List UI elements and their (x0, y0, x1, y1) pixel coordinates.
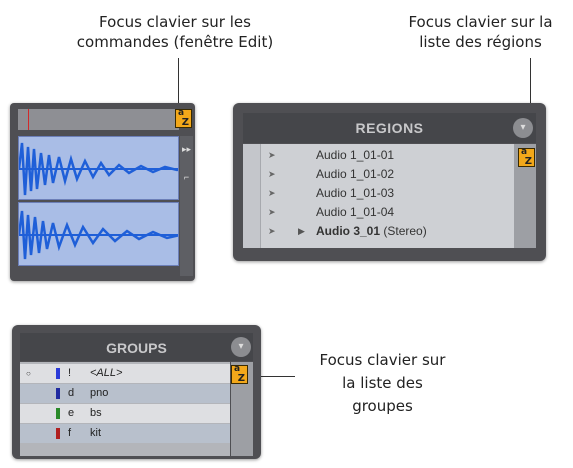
callout-groups-line2: la liste des (342, 374, 423, 392)
groups-menu-icon[interactable]: ▾ (231, 337, 251, 357)
callout-groups-focus: Focus clavier sur la liste des groupes (290, 350, 475, 416)
waveform-1 (19, 142, 178, 196)
callout-groups-line1: Focus clavier sur (319, 351, 446, 369)
groups-panel: GROUPS ▾ ○ ! <ALL> d pno e bs f kit (12, 325, 261, 459)
regions-panel: REGIONS ▾ ➤ Audio 1_01-01 ➤ Audio 1_01-0… (233, 103, 546, 261)
callout-edit-focus: Focus clavier sur les commandes (fenêtre… (70, 12, 280, 52)
audio-track-1[interactable] (18, 136, 179, 200)
group-color-chip (56, 428, 60, 439)
group-row[interactable]: e bs (20, 404, 230, 423)
group-row[interactable]: f kit (20, 424, 230, 443)
playhead-line (28, 109, 29, 130)
audio-track-2[interactable] (18, 202, 179, 266)
group-row[interactable]: d pno (20, 384, 230, 403)
region-audio-icon: ➤ (268, 207, 276, 217)
group-row[interactable]: ○ ! <ALL> (20, 364, 230, 383)
regions-list[interactable]: ➤ Audio 1_01-01 ➤ Audio 1_01-02 ➤ Audio … (243, 144, 514, 248)
edit-window-panel: ▸▸ ⌐ (10, 103, 195, 281)
regions-focus-icon[interactable] (518, 147, 535, 167)
commands-focus-icon[interactable] (175, 108, 192, 128)
callout-regions-line1: Focus clavier sur la (408, 13, 553, 31)
region-audio-icon: ➤ (268, 150, 276, 160)
group-color-chip (56, 408, 60, 419)
regions-header: REGIONS ▾ (243, 113, 536, 143)
groups-title: GROUPS (106, 340, 167, 356)
group-color-chip (56, 388, 60, 399)
groups-header: GROUPS ▾ (20, 333, 253, 361)
waveform-2 (19, 210, 178, 260)
regions-menu-icon[interactable]: ▾ (513, 118, 533, 138)
region-audio-icon: ➤ (268, 226, 276, 236)
timeline-ruler[interactable] (18, 109, 179, 130)
groups-list[interactable]: ○ ! <ALL> d pno e bs f kit (20, 362, 230, 456)
regions-title: REGIONS (355, 120, 424, 136)
callout-regions-focus: Focus clavier sur la liste des régions (393, 12, 568, 52)
nudge-right-icon[interactable]: ▸▸ (181, 144, 192, 155)
callout-groups-line3: groupes (352, 397, 413, 415)
callout-edit-line1: Focus clavier sur les (99, 13, 251, 31)
group-color-chip (56, 368, 60, 379)
groups-focus-icon[interactable] (231, 364, 248, 384)
region-audio-icon: ➤ (268, 188, 276, 198)
expand-triangle-icon[interactable]: ▶ (298, 222, 305, 240)
region-audio-icon: ➤ (268, 169, 276, 179)
callout-regions-line2: liste des régions (419, 33, 542, 51)
edit-side-strip: ▸▸ ⌐ (180, 136, 193, 276)
callout-edit-line2: commandes (fenêtre Edit) (76, 33, 274, 51)
zoom-toggle-icon[interactable]: ⌐ (181, 172, 192, 183)
group-active-dot-icon[interactable]: ○ (26, 364, 31, 383)
